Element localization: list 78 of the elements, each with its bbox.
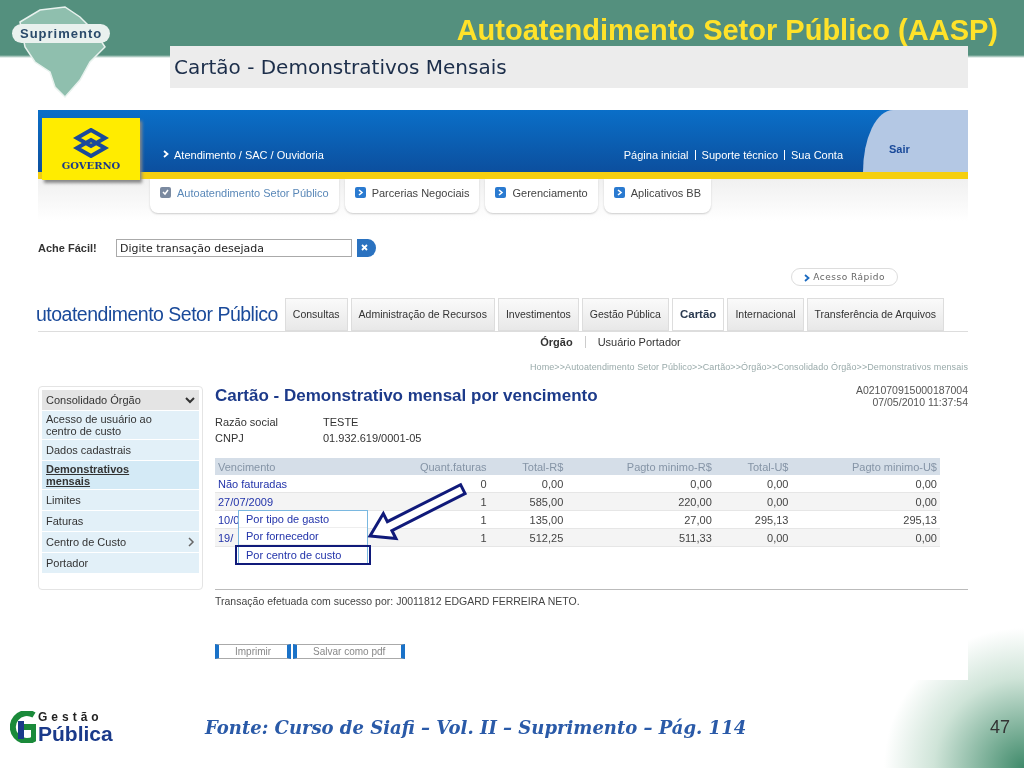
field-value: TESTE — [323, 416, 359, 430]
reference-number: A021070915000187004 — [855, 384, 968, 396]
table-cell: 295,13 — [714, 510, 792, 529]
slide-title: Autoatendimento Setor Público (AASP) — [455, 13, 998, 45]
menu-item[interactable]: Por fornecedor — [239, 528, 367, 545]
sidebar-item[interactable]: Limites — [42, 490, 199, 512]
nav-tab[interactable]: Aplicativos BB — [603, 179, 711, 213]
column-header: Quant.faturas — [371, 458, 490, 475]
source-caption: Fonte: Curso de Siafi – Vol. II – Suprimento – Pág. 114 — [205, 716, 747, 738]
field-value: 01.932.619/0001-05 — [323, 432, 422, 446]
sidebar-item[interactable]: Faturas — [42, 511, 199, 533]
sidebar-item[interactable]: Demonstrativos mensais — [42, 461, 199, 491]
header-link[interactable]: Suporte técnico — [701, 149, 778, 161]
section-tab[interactable]: Consultas — [284, 298, 348, 331]
table-cell: 295,13 — [791, 510, 940, 529]
menu-item[interactable]: Por centro de custo — [235, 545, 371, 565]
column-header: Total-R$ — [489, 458, 567, 475]
nav-tab[interactable]: Autoatendimento Setor Público — [150, 179, 339, 213]
header-link[interactable]: Sua Conta — [791, 149, 843, 161]
column-header: Vencimento — [215, 458, 371, 475]
status-message: Transação efetuada com sucesso por: J0011812 EDGARD FERREIRA NETO. — [215, 589, 968, 607]
nav-tab[interactable]: Gerenciamento — [485, 179, 598, 213]
nav-tab[interactable]: Parcerias Negociais — [344, 179, 480, 213]
table-cell: 0,00 — [489, 475, 567, 493]
logo-text: Pública — [38, 722, 113, 744]
sub-tab[interactable]: Usuário Portador — [597, 336, 681, 348]
date-link[interactable]: Não faturadas — [218, 477, 288, 490]
sidebar-item[interactable]: Portador — [42, 553, 199, 575]
action-button[interactable]: Imprimir — [215, 644, 292, 659]
table-cell: 0,00 — [566, 475, 715, 493]
table-cell: 0,00 — [714, 475, 792, 493]
chevron-right-icon — [163, 150, 169, 158]
section-tab[interactable]: Internacional — [727, 298, 804, 331]
column-header: Total-U$ — [714, 458, 792, 475]
slide-subtitle: Cartão - Demonstrativos Mensais — [170, 46, 968, 88]
sidebar-item[interactable]: Acesso de usuário ao centro de custo — [42, 411, 199, 441]
section-tab[interactable]: Administração de Recursos — [350, 298, 495, 331]
table-cell: 27,00 — [566, 510, 715, 529]
arrow-square-icon — [495, 187, 507, 198]
section-tab[interactable]: Gestão Pública — [581, 298, 669, 331]
menu-item[interactable]: Por tipo de gasto — [239, 511, 367, 528]
arrow-square-icon — [613, 187, 625, 198]
logo-text: GOVERNO — [61, 159, 121, 171]
chevron-down-icon — [185, 396, 195, 404]
exit-button[interactable]: Sair — [863, 110, 968, 172]
header-link[interactable]: Atendimento / SAC / Ouvidoria — [174, 149, 324, 161]
column-header: Pagto minimo-R$ — [566, 458, 715, 475]
sub-tab[interactable]: Órgão — [540, 336, 573, 348]
section-tab[interactable]: Investimentos — [497, 298, 579, 331]
sidebar-item[interactable]: Dados cadastrais — [42, 440, 199, 462]
date-link[interactable]: 19/ — [218, 531, 234, 544]
page-number: 47 — [989, 716, 1010, 738]
logo-icon — [73, 127, 109, 158]
sidebar-item[interactable]: Centro de Custo — [42, 532, 199, 554]
action-button[interactable]: Salvar como pdf — [293, 644, 406, 659]
search-field[interactable]: Digite transação desejada — [116, 239, 352, 257]
logo-icon — [10, 711, 36, 743]
section-title: utoatendimento Setor Público — [36, 303, 278, 326]
arrow-square-icon — [354, 187, 366, 198]
chevron-right-icon — [188, 537, 195, 548]
check-square-icon — [160, 187, 171, 198]
breadcrumb: Home>>Autoatendimento Setor Público>>Cartão>>Órgão>>Consolidado Órgão>>Demonstrativos mensais — [528, 362, 968, 372]
section-tab[interactable]: Cartão — [671, 298, 725, 331]
search-label: Ache Fácil! — [38, 242, 98, 254]
table-cell: 135,00 — [489, 510, 567, 529]
column-header: Pagto minimo-U$ — [791, 458, 940, 475]
sidebar-item[interactable]: Consolidado Órgão — [42, 390, 199, 411]
table-cell: 0,00 — [791, 475, 940, 493]
header-link[interactable]: Página inicial — [623, 149, 689, 161]
field-label: Razão social — [215, 416, 279, 430]
chevron-right-icon — [803, 273, 810, 282]
content-title: Cartão - Demonstrativo mensal por vencimento — [215, 386, 598, 406]
logo-text: Gestão — [38, 710, 104, 723]
field-label: CNPJ — [215, 432, 245, 446]
slide-badge: Suprimento — [12, 24, 111, 43]
section-tab[interactable]: Transferência de Arquivos — [806, 298, 945, 331]
timestamp: 07/05/2010 11:37:54 — [872, 396, 968, 408]
clear-icon[interactable] — [356, 239, 376, 257]
